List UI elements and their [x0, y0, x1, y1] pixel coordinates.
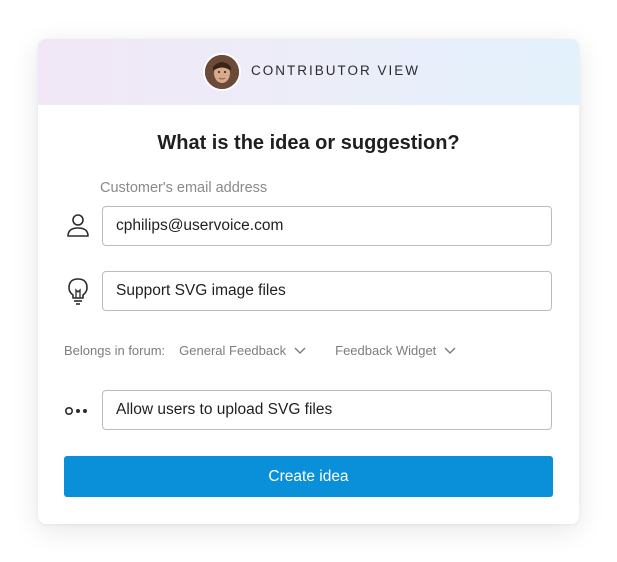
forum-select[interactable]: General Feedback	[179, 343, 306, 358]
contributor-card: CONTRIBUTOR VIEW What is the idea or sug…	[38, 39, 579, 524]
lightbulb-icon	[63, 276, 93, 306]
person-icon	[63, 211, 93, 241]
chevron-down-icon	[294, 347, 306, 354]
more-dots-icon	[63, 396, 93, 426]
card-header: CONTRIBUTOR VIEW	[38, 39, 579, 105]
header-title: CONTRIBUTOR VIEW	[251, 63, 421, 78]
create-idea-button[interactable]: Create idea	[64, 456, 553, 497]
forum-row: Belongs in forum: General Feedback Feedb…	[64, 343, 456, 358]
category-select-value: Feedback Widget	[335, 343, 437, 358]
category-select[interactable]: Feedback Widget	[335, 343, 456, 358]
idea-title-field[interactable]	[102, 271, 552, 311]
avatar	[203, 53, 241, 91]
email-field[interactable]	[102, 206, 552, 246]
page-title: What is the idea or suggestion?	[157, 132, 460, 154]
chevron-down-icon	[444, 347, 456, 354]
email-field-label: Customer's email address	[100, 180, 268, 196]
forum-label: Belongs in forum:	[64, 343, 166, 358]
description-field[interactable]	[102, 390, 552, 430]
forum-select-value: General Feedback	[179, 343, 287, 358]
